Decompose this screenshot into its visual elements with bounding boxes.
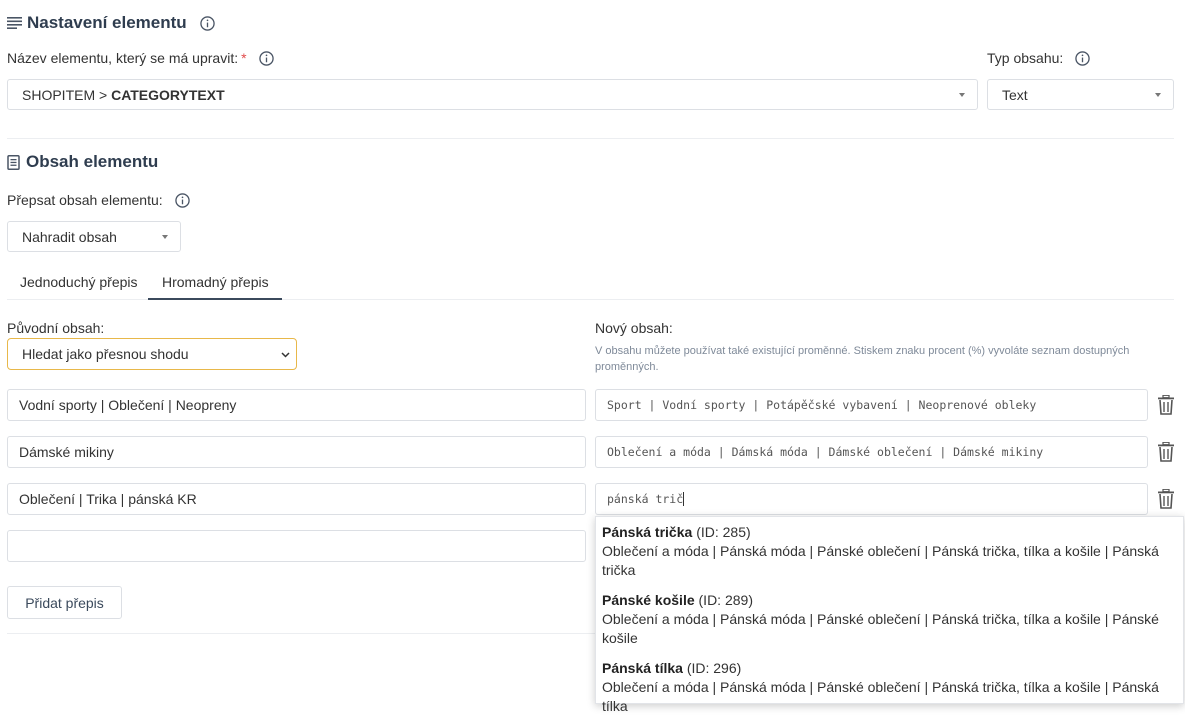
original-input[interactable]: Dámské mikiny (7, 436, 586, 468)
new-input-active[interactable]: pánská trič (595, 483, 1148, 515)
element-name-label: Název elementu, který se má upravit: * (7, 49, 274, 67)
suggestion-path: Oblečení a móda | Pánská móda | Pánské o… (602, 611, 1159, 646)
chevron-down-icon (162, 234, 168, 239)
list-icon (7, 17, 22, 29)
trash-icon[interactable] (1157, 442, 1175, 462)
match-mode-value: Hledat jako přesnou shodu (22, 346, 189, 362)
suggestion-item[interactable]: Pánská trička (ID: 285) Oblečení a móda … (596, 523, 1183, 580)
content-type-label: Typ obsahu: (987, 49, 1090, 67)
original-input[interactable]: Oblečení | Trika | pánská KR (7, 483, 586, 515)
info-icon[interactable] (174, 192, 190, 208)
add-rewrite-button[interactable]: Přidat přepis (7, 586, 122, 619)
original-input[interactable] (7, 530, 586, 562)
new-input[interactable]: Sport | Vodní sporty | Potápěčské vybave… (595, 389, 1148, 421)
element-name-label-text: Název elementu, který se má upravit: (7, 50, 239, 66)
trash-icon[interactable] (1157, 395, 1175, 415)
original-content-label: Původní obsah: (7, 320, 105, 336)
suggestion-id: (ID: 285) (696, 524, 751, 540)
content-type-label-text: Typ obsahu: (987, 50, 1064, 66)
chevron-down-icon (1155, 92, 1161, 97)
overwrite-label: Přepsat obsah elementu: (7, 191, 190, 209)
tab-active-indicator (148, 298, 282, 300)
suggestion-item[interactable]: Pánské košile (ID: 289) Oblečení a móda … (596, 591, 1183, 648)
content-type-select[interactable]: Text (987, 79, 1174, 110)
match-mode-select[interactable]: Hledat jako přesnou shodu (7, 338, 297, 370)
tab-bulk[interactable]: Hromadný přepis (162, 274, 269, 292)
autocomplete-dropdown: Pánská trička (ID: 285) Oblečení a móda … (595, 516, 1184, 714)
content-section-title: Obsah elementu (7, 152, 158, 172)
settings-title-text: Nastavení elementu (27, 13, 187, 32)
new-input-value: pánská trič (607, 492, 684, 506)
suggestion-name: Pánská tílka (602, 660, 683, 676)
document-icon (7, 154, 20, 170)
new-content-hint: V obsahu můžete používat také existující… (595, 345, 1130, 373)
overwrite-select[interactable]: Nahradit obsah (7, 221, 181, 252)
element-name-prefix: SHOPITEM > (22, 86, 112, 103)
suggestion-path: Oblečení a móda | Pánská móda | Pánské o… (602, 543, 1159, 578)
info-icon[interactable] (1075, 50, 1090, 66)
new-input[interactable]: Oblečení a móda | Dámská móda | Dámské o… (595, 436, 1148, 468)
info-icon[interactable] (258, 50, 274, 66)
required-mark: * (241, 50, 247, 66)
suggestion-path: Oblečení a móda | Pánská móda | Pánské o… (602, 679, 1159, 714)
overwrite-value: Nahradit obsah (22, 228, 117, 245)
suggestion-item[interactable]: Pánská tílka (ID: 296) Oblečení a móda |… (596, 659, 1183, 716)
suggestion-name: Pánské košile (602, 592, 695, 608)
new-content-label: Nový obsah: (595, 320, 673, 336)
element-name-bold: CATEGORYTEXT (111, 86, 225, 103)
content-type-value: Text (1002, 86, 1028, 103)
trash-icon[interactable] (1157, 489, 1175, 509)
info-icon[interactable] (199, 15, 215, 31)
chevron-down-icon (959, 92, 965, 97)
tab-simple[interactable]: Jednoduchý přepis (20, 274, 138, 292)
chevron-down-icon (281, 352, 290, 358)
section-divider (7, 138, 1174, 139)
suggestion-name: Pánská trička (602, 524, 693, 540)
bottom-divider (7, 633, 595, 634)
text-caret (683, 492, 685, 506)
suggestion-id: (ID: 289) (698, 592, 753, 608)
settings-section-title: Nastavení elementu (7, 13, 215, 33)
suggestion-id: (ID: 296) (686, 660, 742, 676)
element-name-select[interactable]: SHOPITEM > CATEGORYTEXT (7, 79, 978, 110)
overwrite-label-text: Přepsat obsah elementu: (7, 192, 163, 208)
content-title-text: Obsah elementu (26, 152, 159, 171)
original-input[interactable]: Vodní sporty | Oblečení | Neopreny (7, 389, 586, 421)
